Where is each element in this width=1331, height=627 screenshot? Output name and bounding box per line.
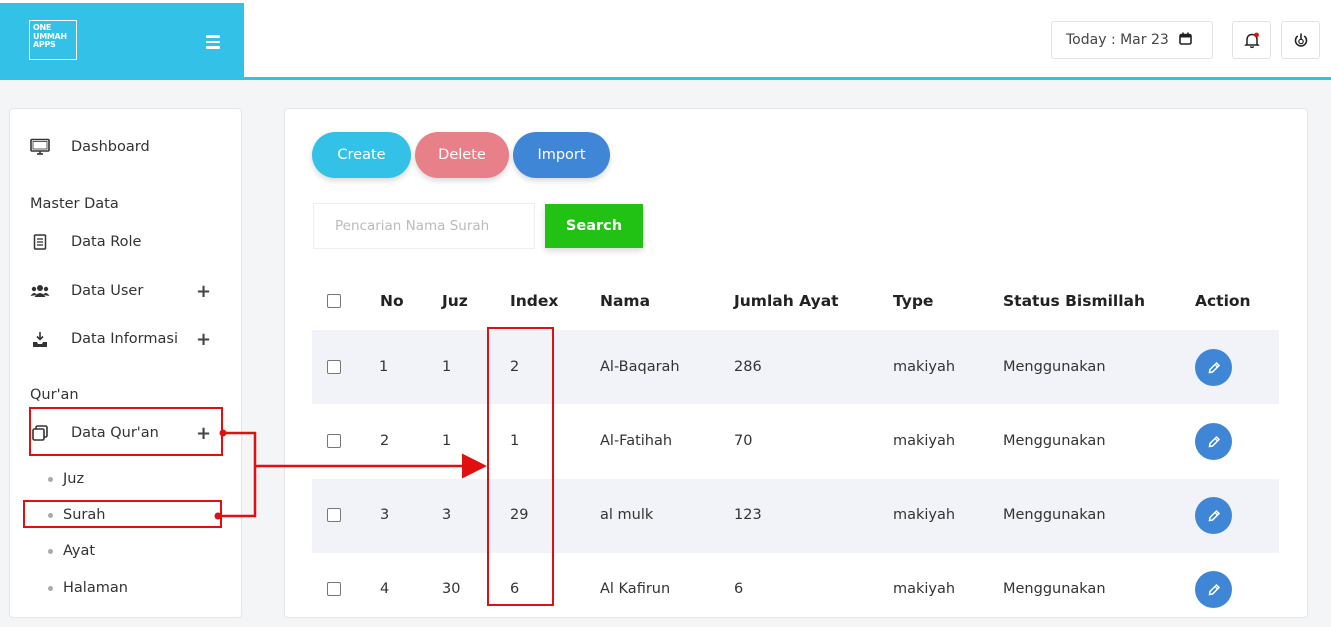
cell-type: makiyah	[893, 433, 956, 449]
expand-data-user-icon[interactable]: +	[196, 283, 211, 301]
cell-no: 1	[379, 359, 389, 375]
sidebar-subitem-ayat[interactable]: Ayat	[48, 543, 95, 559]
row-checkbox[interactable]	[327, 434, 341, 448]
pencil-icon	[1208, 583, 1220, 595]
bullet-icon	[48, 476, 53, 482]
sidebar-section-master-data: Master Data	[30, 196, 119, 212]
brand-area: ONE UMMAH APPS	[0, 3, 244, 80]
column-header-action: Action	[1195, 292, 1251, 310]
power-icon	[1294, 33, 1307, 47]
cell-type: makiyah	[893, 507, 956, 523]
table-row	[312, 405, 1279, 479]
sidebar-item-label: Data Role	[71, 234, 142, 250]
bell-icon	[1243, 32, 1260, 48]
select-all-checkbox[interactable]	[327, 294, 341, 308]
monitor-icon	[30, 138, 50, 156]
sidebar-item-dashboard[interactable]: Dashboard	[30, 138, 150, 156]
expand-data-informasi-icon[interactable]: +	[196, 331, 211, 349]
today-date-button[interactable]: Today : Mar 23	[1051, 21, 1213, 59]
delete-button[interactable]: Delete	[415, 132, 509, 178]
cell-nama: Al-Baqarah	[600, 359, 680, 375]
sidebar-section-quran: Qur'an	[30, 387, 79, 403]
sidebar-item-data-role[interactable]: Data Role	[30, 233, 141, 251]
logo-line: APPS	[33, 40, 56, 49]
edit-button[interactable]	[1195, 571, 1232, 608]
bullet-icon	[48, 548, 53, 554]
top-bar-accent-line	[244, 77, 1331, 80]
table-row	[312, 479, 1279, 553]
bullet-icon	[48, 585, 53, 591]
cell-juz: 1	[442, 433, 452, 449]
cell-no: 3	[380, 507, 390, 523]
sidebar-subitem-juz[interactable]: Juz	[48, 471, 84, 487]
sidebar-subitem-label: Juz	[63, 471, 85, 487]
create-button[interactable]: Create	[312, 132, 411, 178]
sidebar-item-data-user[interactable]: Data User	[30, 282, 143, 300]
cell-juz: 1	[442, 359, 452, 375]
calendar-icon	[1178, 32, 1192, 49]
sidebar-item-label: Data User	[71, 283, 144, 299]
sidebar-subitem-halaman[interactable]: Halaman	[48, 580, 128, 596]
search-input[interactable]: Pencarian Nama Surah	[313, 203, 535, 249]
column-header-type: Type	[893, 292, 934, 310]
cell-status-bismillah: Menggunakan	[1003, 507, 1106, 523]
cell-juz: 30	[442, 581, 461, 597]
cell-jumlah-ayat: 123	[734, 507, 762, 523]
sidebar-subitem-label: Ayat	[63, 543, 96, 559]
column-header-juz: Juz	[442, 292, 468, 310]
import-button[interactable]: Import	[513, 132, 610, 178]
cell-nama: Al-Fatihah	[600, 433, 673, 449]
edit-button[interactable]	[1195, 497, 1232, 534]
sidebar-item-data-informasi[interactable]: Data Informasi	[30, 330, 178, 348]
pencil-icon	[1208, 435, 1220, 447]
row-checkbox[interactable]	[327, 582, 341, 596]
power-button[interactable]	[1281, 21, 1320, 59]
cell-jumlah-ayat: 6	[734, 581, 744, 597]
annotation-highlight-index-column	[487, 327, 554, 606]
annotation-highlight-data-quran	[29, 407, 223, 456]
column-header-status-bismillah: Status Bismillah	[1003, 292, 1146, 310]
app-logo[interactable]: ONE UMMAH APPS	[29, 20, 77, 60]
column-header-jumlah-ayat: Jumlah Ayat	[734, 292, 839, 310]
sidebar-item-label: Dashboard	[71, 139, 150, 155]
users-icon	[30, 282, 50, 300]
cell-jumlah-ayat: 286	[734, 359, 762, 375]
cell-nama: Al Kafirun	[600, 581, 671, 597]
cell-status-bismillah: Menggunakan	[1003, 433, 1106, 449]
cell-nama: al mulk	[600, 507, 654, 523]
sidebar-subitem-label: Halaman	[63, 580, 128, 596]
column-header-index: Index	[510, 292, 559, 310]
cell-no: 4	[380, 581, 390, 597]
inbox-download-icon	[30, 330, 50, 348]
search-button[interactable]: Search	[545, 204, 643, 248]
menu-toggle-icon[interactable]	[206, 35, 220, 49]
cell-type: makiyah	[893, 581, 956, 597]
cell-no: 2	[380, 433, 390, 449]
document-icon	[30, 233, 50, 251]
row-checkbox[interactable]	[327, 508, 341, 522]
cell-status-bismillah: Menggunakan	[1003, 359, 1106, 375]
column-header-no: No	[380, 292, 404, 310]
annotation-highlight-surah	[23, 500, 222, 528]
table-row	[312, 330, 1279, 404]
today-label: Today : Mar 23	[1066, 32, 1169, 48]
cell-type: makiyah	[893, 359, 956, 375]
edit-button[interactable]	[1195, 349, 1232, 386]
column-header-nama: Nama	[600, 292, 651, 310]
notification-button[interactable]	[1232, 21, 1271, 59]
sidebar	[9, 108, 242, 618]
edit-button[interactable]	[1195, 423, 1232, 460]
cell-juz: 3	[442, 507, 452, 523]
sidebar-item-label: Data Informasi	[71, 331, 178, 347]
cell-status-bismillah: Menggunakan	[1003, 581, 1106, 597]
row-checkbox[interactable]	[327, 360, 341, 374]
cell-jumlah-ayat: 70	[734, 433, 753, 449]
pencil-icon	[1208, 509, 1220, 521]
pencil-icon	[1208, 361, 1220, 373]
